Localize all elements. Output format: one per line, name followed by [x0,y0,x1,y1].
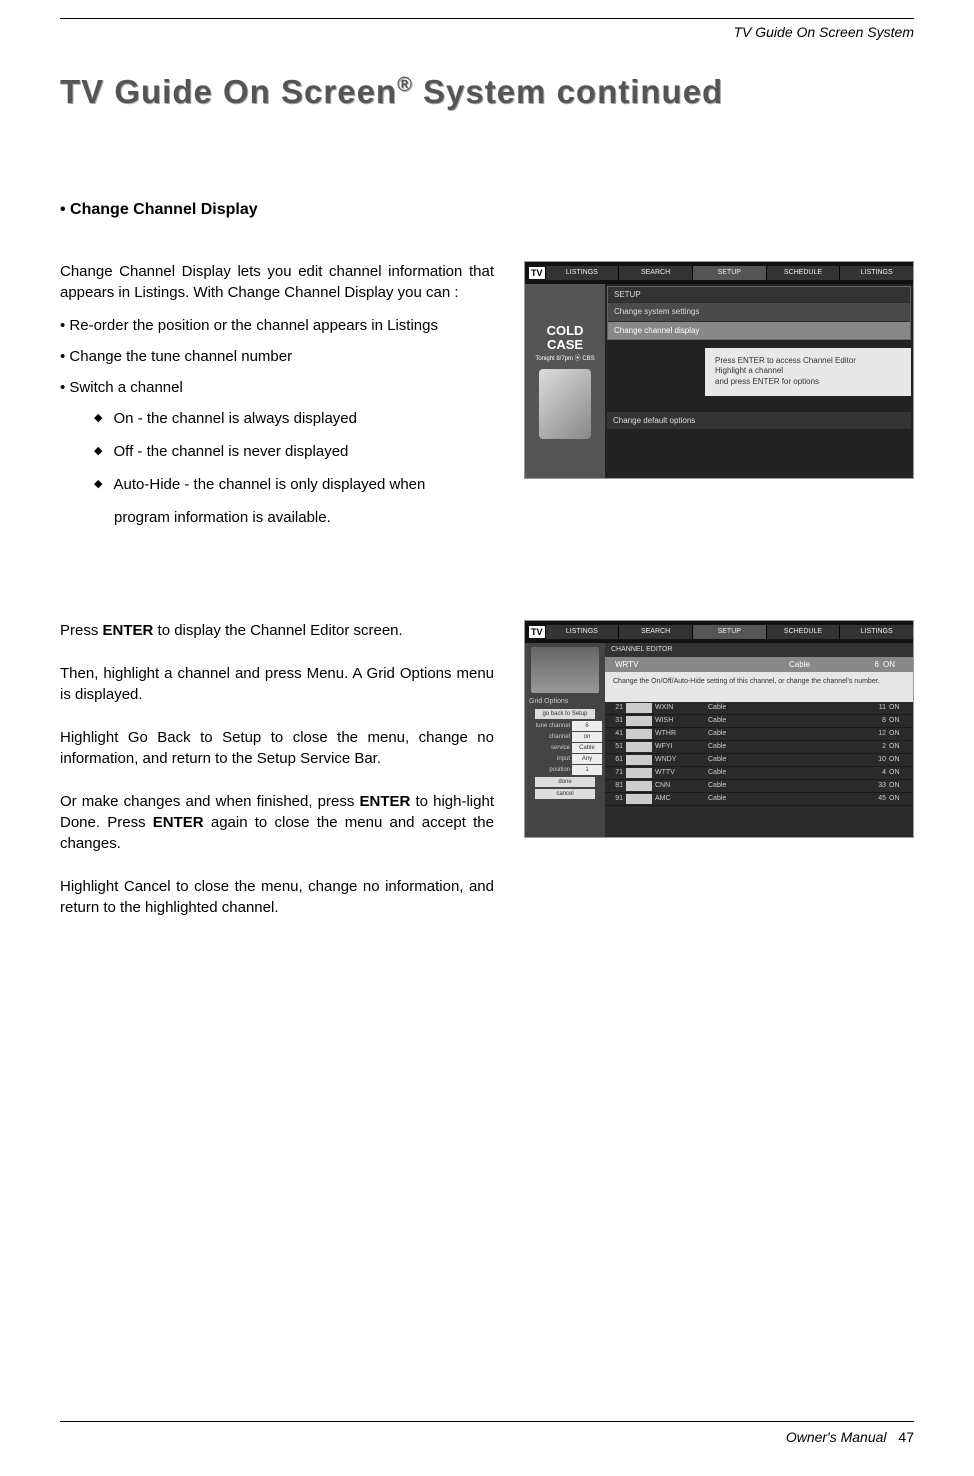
shot2-tab: LISTINGS [545,625,619,639]
shot2-tab: SCHEDULE [766,625,840,639]
bullet-list: Re-order the position or the channel app… [60,315,494,398]
promo-line1: COLD [525,324,605,338]
shot1-tab: SCHEDULE [766,266,840,280]
help-line: Highlight a channel [715,366,901,376]
shot2-logo: TV [529,626,545,639]
bullet-2: Change the tune channel number [60,346,494,367]
sub-3b: program information is available. [94,507,494,528]
grid-options-header: Grid Options [529,697,601,707]
channel-row: 61WNDYCable10ON [605,754,913,767]
channel-editor-header: CHANNEL EDITOR [605,643,913,657]
help-line: Press ENTER to access Channel Editor [715,356,901,366]
sub-2: Off - the channel is never displayed [94,441,494,462]
p5: Highlight Cancel to close the menu, chan… [60,876,494,918]
intro-para: Change Channel Display lets you edit cha… [60,261,494,303]
opt-done: done [535,777,595,787]
shot1-tab: LISTINGS [839,266,913,280]
shot1-tab: LISTINGS [545,266,619,280]
shot2-tab: SETUP [692,625,766,639]
subheading: • Change Channel Display [60,199,914,221]
shot1-tab: SETUP [692,266,766,280]
section-1-text: Change Channel Display lets you edit cha… [60,261,494,540]
sub-3: Auto-Hide - the channel is only displaye… [94,474,494,495]
shot1-menu-item: Change system settings [608,302,910,320]
promo-image [539,369,591,439]
p2: Then, highlight a channel and press Menu… [60,663,494,705]
footer-label: Owner's Manual [786,1429,887,1445]
shot1-menu-item: Change default options [607,412,911,429]
footer: Owner's Manual 47 [60,1421,914,1448]
title-sup: ® [397,74,413,96]
shot1-menu-item-selected: Change channel display [608,321,910,339]
shot2-video-preview [531,647,599,693]
screenshot-1-container: TV LISTINGS SEARCH SETUP SCHEDULE LISTIN… [524,261,914,479]
bullet-3: Switch a channel [60,377,494,398]
shot1-helpbox: Press ENTER to access Channel Editor Hig… [705,348,911,396]
screenshot-2-container: TV LISTINGS SEARCH SETUP SCHEDULE LISTIN… [524,620,914,838]
shot1-tab: SEARCH [618,266,692,280]
shot2-topbar: TV LISTINGS SEARCH SETUP SCHEDULE LISTIN… [525,621,913,643]
shot2-tab: LISTINGS [839,625,913,639]
channel-list: 21WXINCable11ON31WISHCable8ON41WTHRCable… [605,702,913,837]
section-2: Press ENTER to display the Channel Edito… [60,620,914,940]
shot2-tab: SEARCH [618,625,692,639]
channel-desc: Change the On/Off/Auto-Hide setting of t… [605,672,913,702]
promo-sub: Tonight 8/7pm ⦿ CBS [525,355,605,363]
header-rule [60,18,914,19]
current-channel-row: WRTV Cable 6 ON [605,657,913,672]
channel-row: 91AMCCable45ON [605,793,913,806]
page-title: TV Guide On Screen® System continued [60,69,914,115]
bullet-1: Re-order the position or the channel app… [60,315,494,336]
channel-row: 31WISHCable8ON [605,715,913,728]
title-main: TV Guide On Screen [60,73,397,110]
channel-row: 21WXINCable11ON [605,702,913,715]
title-rest: System continued [413,73,723,110]
screenshot-2: TV LISTINGS SEARCH SETUP SCHEDULE LISTIN… [524,620,914,838]
channel-row: 51WFYICable2ON [605,741,913,754]
opt-cancel: cancel [535,789,595,799]
channel-row: 71WTTVCable4ON [605,767,913,780]
header-section: TV Guide On Screen System [60,23,914,43]
help-line: and press ENTER for options [715,377,901,387]
opt-goback: go back to Setup [535,709,595,719]
shot2-side: Grid Options go back to Setup tune chann… [525,643,605,837]
sub-1: On - the channel is always displayed [94,408,494,429]
shot1-topbar: TV LISTINGS SEARCH SETUP SCHEDULE LISTIN… [525,262,913,284]
section-2-text: Press ENTER to display the Channel Edito… [60,620,494,940]
channel-row: 41WTHRCable12ON [605,728,913,741]
shot1-logo: TV [529,267,545,280]
section-1: Change Channel Display lets you edit cha… [60,261,914,540]
shot1-menu-header: SETUP [608,287,910,302]
shot1-promo: COLD CASE Tonight 8/7pm ⦿ CBS [525,284,605,478]
page-number: 47 [898,1429,914,1445]
sub-list: On - the channel is always displayed Off… [60,408,494,528]
channel-row: 81CNNCable33ON [605,780,913,793]
screenshot-1: TV LISTINGS SEARCH SETUP SCHEDULE LISTIN… [524,261,914,479]
promo-line2: CASE [525,338,605,352]
p1: Press ENTER to display the Channel Edito… [60,620,494,641]
p3: Highlight Go Back to Setup to close the … [60,727,494,769]
p4: Or make changes and when finished, press… [60,791,494,854]
